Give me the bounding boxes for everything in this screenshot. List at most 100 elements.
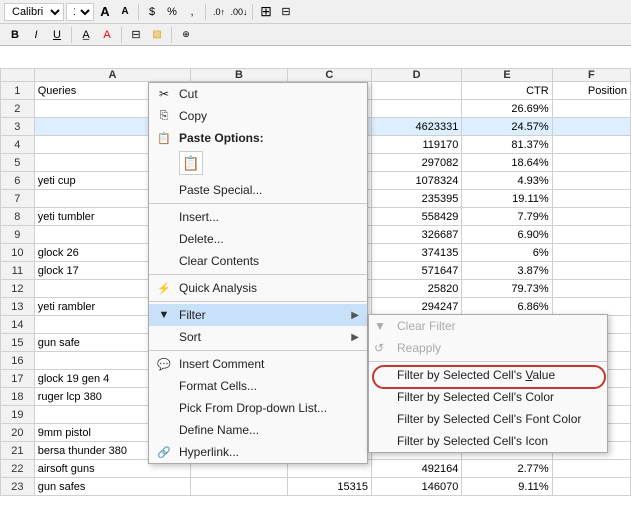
decrease-decimal-button[interactable]: .00↓: [230, 3, 248, 21]
cell-3-f[interactable]: [552, 118, 630, 136]
fill-color-button[interactable]: ▧: [148, 26, 166, 44]
cell-3-e[interactable]: 24.57%: [462, 118, 552, 136]
cell-11-e[interactable]: 3.87%: [462, 262, 552, 280]
borders-button[interactable]: ⊞: [257, 3, 275, 21]
sub-filter-value[interactable]: Filter by Selected Cell's Value: [369, 364, 607, 386]
ctx-paste-options[interactable]: 📋 Paste Options:: [149, 127, 367, 149]
col-header-d[interactable]: D: [371, 69, 461, 82]
ctx-delete[interactable]: Delete...: [149, 228, 367, 250]
paste-icon-1[interactable]: 📋: [179, 151, 203, 175]
cell-7-e[interactable]: 19.11%: [462, 190, 552, 208]
ctx-pick-dropdown[interactable]: Pick From Drop-down List...: [149, 397, 367, 419]
cell-8-d[interactable]: 558429: [371, 208, 461, 226]
ctx-quick-analysis[interactable]: ⚡ Quick Analysis: [149, 277, 367, 299]
cell-1-e[interactable]: CTR: [462, 82, 552, 100]
italic-button[interactable]: I: [27, 26, 45, 44]
sub-clear-filter[interactable]: ▼ Clear Filter: [369, 315, 607, 337]
cell-1-d[interactable]: [371, 82, 461, 100]
cell-11-d[interactable]: 571647: [371, 262, 461, 280]
cell-9-d[interactable]: 326687: [371, 226, 461, 244]
sub-filter-color[interactable]: Filter by Selected Cell's Color: [369, 386, 607, 408]
cell-5-f[interactable]: [552, 154, 630, 172]
cell-4-e[interactable]: 81.37%: [462, 136, 552, 154]
cell-2-e[interactable]: 26.69%: [462, 100, 552, 118]
row-number: 21: [1, 442, 35, 460]
row-number: 1: [1, 82, 35, 100]
ctx-cut[interactable]: ✂ Cut: [149, 83, 367, 105]
sub-reapply[interactable]: ↺ Reapply: [369, 337, 607, 359]
comment-icon: 💬: [155, 355, 173, 373]
cell-7-f[interactable]: [552, 190, 630, 208]
cell-23-c[interactable]: 15315: [287, 478, 371, 496]
cell-9-e[interactable]: 6.90%: [462, 226, 552, 244]
cell-22-f[interactable]: [552, 460, 630, 478]
col-header-e[interactable]: E: [462, 69, 552, 82]
merge-button[interactable]: ⊟: [277, 3, 295, 21]
sub-filter-icon[interactable]: Filter by Selected Cell's Icon: [369, 430, 607, 452]
cell-2-d[interactable]: [371, 100, 461, 118]
cell-5-e[interactable]: 18.64%: [462, 154, 552, 172]
cell-2-f[interactable]: [552, 100, 630, 118]
ctx-paste-special[interactable]: Paste Special...: [149, 179, 367, 201]
cell-9-f[interactable]: [552, 226, 630, 244]
cell-8-f[interactable]: [552, 208, 630, 226]
ctx-clear[interactable]: Clear Contents: [149, 250, 367, 272]
cell-6-d[interactable]: 1078324: [371, 172, 461, 190]
bold-button[interactable]: B: [6, 26, 24, 44]
cell-3-d[interactable]: 4623331: [371, 118, 461, 136]
ctx-insert-comment[interactable]: 💬 Insert Comment: [149, 353, 367, 375]
cell-12-e[interactable]: 79.73%: [462, 280, 552, 298]
col-header-a[interactable]: A: [34, 69, 191, 82]
dollar-button[interactable]: $: [143, 3, 161, 21]
cell-23-e[interactable]: 9.11%: [462, 478, 552, 496]
ctx-copy[interactable]: ⎘ Copy: [149, 105, 367, 127]
cell-4-d[interactable]: 119170: [371, 136, 461, 154]
cell-10-e[interactable]: 6%: [462, 244, 552, 262]
cell-13-f[interactable]: [552, 298, 630, 316]
cell-10-f[interactable]: [552, 244, 630, 262]
cell-13-d[interactable]: 294247: [371, 298, 461, 316]
col-header-c[interactable]: C: [287, 69, 371, 82]
font-color-button[interactable]: A: [98, 26, 116, 44]
cell-10-d[interactable]: 374135: [371, 244, 461, 262]
percent-button[interactable]: %: [163, 3, 181, 21]
underline-button[interactable]: U: [48, 26, 66, 44]
font-selector[interactable]: Calibri: [4, 3, 64, 21]
ctx-format-cells[interactable]: Format Cells...: [149, 375, 367, 397]
cell-1-f[interactable]: Position: [552, 82, 630, 100]
increase-font-button[interactable]: A: [96, 3, 114, 21]
col-header-f[interactable]: F: [552, 69, 630, 82]
highlight-color-button[interactable]: A̲: [77, 26, 95, 44]
cell-23-a[interactable]: gun safes: [34, 478, 191, 496]
sub-filter-font-color[interactable]: Filter by Selected Cell's Font Color: [369, 408, 607, 430]
font-size-selector[interactable]: 11: [66, 3, 94, 21]
increase-decimal-button[interactable]: .0↑: [210, 3, 228, 21]
cell-12-f[interactable]: [552, 280, 630, 298]
sep4: [71, 27, 72, 43]
cell-8-e[interactable]: 7.79%: [462, 208, 552, 226]
ctx-insert[interactable]: Insert...: [149, 206, 367, 228]
col-header-b[interactable]: B: [191, 69, 287, 82]
ctx-define-name[interactable]: Define Name...: [149, 419, 367, 441]
cell-23-d[interactable]: 146070: [371, 478, 461, 496]
cell-23-b[interactable]: [191, 478, 287, 496]
cell-12-d[interactable]: 25820: [371, 280, 461, 298]
ctx-sort[interactable]: Sort ▶: [149, 326, 367, 348]
cell-6-f[interactable]: [552, 172, 630, 190]
comma-button[interactable]: ,: [183, 3, 201, 21]
cell-4-f[interactable]: [552, 136, 630, 154]
cell-7-d[interactable]: 235395: [371, 190, 461, 208]
cell-23-f[interactable]: [552, 478, 630, 496]
cell-5-d[interactable]: 297082: [371, 154, 461, 172]
decrease-font-button[interactable]: A: [116, 3, 134, 21]
cell-6-e[interactable]: 4.93%: [462, 172, 552, 190]
ctx-filter[interactable]: ▼ Filter ▶: [149, 304, 367, 326]
cell-22-d[interactable]: 492164: [371, 460, 461, 478]
border-style-button[interactable]: ⊟: [127, 26, 145, 44]
ctx-hyperlink[interactable]: 🔗 Hyperlink...: [149, 441, 367, 463]
cell-22-e[interactable]: 2.77%: [462, 460, 552, 478]
cell-11-f[interactable]: [552, 262, 630, 280]
ctx-format-cells-label: Format Cells...: [179, 379, 257, 393]
cell-13-e[interactable]: 6.86%: [462, 298, 552, 316]
accounting-format-button[interactable]: ⊕: [177, 26, 195, 44]
